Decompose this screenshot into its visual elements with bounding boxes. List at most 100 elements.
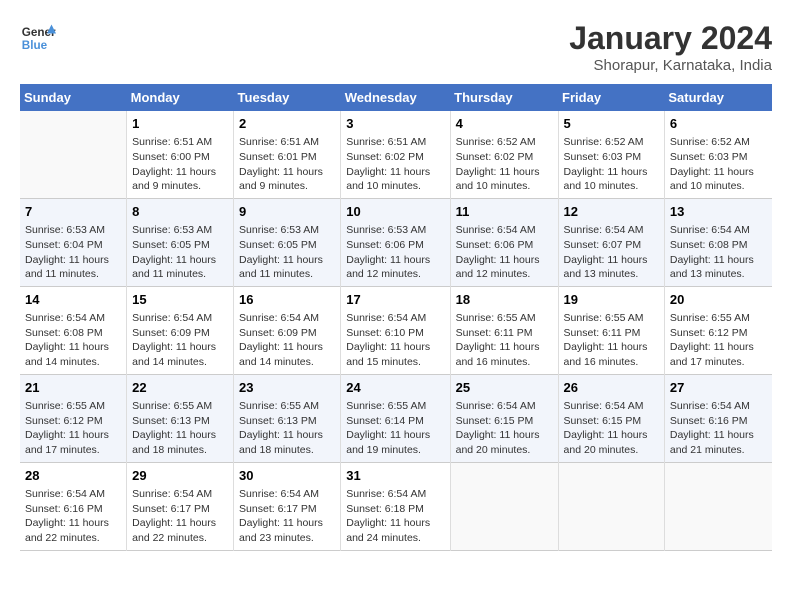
day-number: 14 [25, 291, 121, 309]
calendar-week-1: 1 Sunrise: 6:51 AM Sunset: 6:00 PM Daylig… [20, 111, 772, 198]
calendar-cell: 10 Sunrise: 6:53 AM Sunset: 6:06 PM Dayli… [341, 198, 450, 286]
calendar-cell: 27 Sunrise: 6:54 AM Sunset: 6:16 PM Dayli… [664, 374, 772, 462]
day-info: Sunrise: 6:53 AM Sunset: 6:05 PM Dayligh… [239, 223, 335, 282]
calendar-table: SundayMondayTuesdayWednesdayThursdayFrid… [20, 84, 772, 551]
day-info: Sunrise: 6:54 AM Sunset: 6:17 PM Dayligh… [132, 487, 228, 546]
calendar-cell: 15 Sunrise: 6:54 AM Sunset: 6:09 PM Dayli… [127, 286, 234, 374]
calendar-cell: 22 Sunrise: 6:55 AM Sunset: 6:13 PM Dayli… [127, 374, 234, 462]
calendar-cell: 6 Sunrise: 6:52 AM Sunset: 6:03 PM Daylig… [664, 111, 772, 198]
calendar-cell [450, 462, 558, 550]
column-header-sunday: Sunday [20, 84, 127, 111]
calendar-week-4: 21Sunrise: 6:55 AM Sunset: 6:12 PM Dayli… [20, 374, 772, 462]
day-number: 11 [456, 203, 553, 221]
calendar-cell: 3 Sunrise: 6:51 AM Sunset: 6:02 PM Daylig… [341, 111, 450, 198]
day-info: Sunrise: 6:54 AM Sunset: 6:16 PM Dayligh… [25, 487, 121, 546]
day-info: Sunrise: 6:54 AM Sunset: 6:08 PM Dayligh… [25, 311, 121, 370]
day-number: 24 [346, 379, 444, 397]
calendar-header-row: SundayMondayTuesdayWednesdayThursdayFrid… [20, 84, 772, 111]
day-info: Sunrise: 6:51 AM Sunset: 6:00 PM Dayligh… [132, 135, 228, 194]
day-number: 20 [670, 291, 767, 309]
day-info: Sunrise: 6:53 AM Sunset: 6:06 PM Dayligh… [346, 223, 444, 282]
day-number: 31 [346, 467, 444, 485]
calendar-cell: 31 Sunrise: 6:54 AM Sunset: 6:18 PM Dayli… [341, 462, 450, 550]
location-subtitle: Shorapur, Karnataka, India [569, 57, 772, 74]
day-info: Sunrise: 6:54 AM Sunset: 6:07 PM Dayligh… [564, 223, 659, 282]
month-title: January 2024 [569, 20, 772, 57]
day-number: 10 [346, 203, 444, 221]
day-info: Sunrise: 6:55 AM Sunset: 6:11 PM Dayligh… [456, 311, 553, 370]
calendar-cell: 1 Sunrise: 6:51 AM Sunset: 6:00 PM Daylig… [127, 111, 234, 198]
page-header: General Blue January 2024 Shorapur, Karn… [20, 20, 772, 74]
calendar-cell: 29Sunrise: 6:54 AM Sunset: 6:17 PM Dayli… [127, 462, 234, 550]
day-info: Sunrise: 6:55 AM Sunset: 6:12 PM Dayligh… [25, 399, 121, 458]
day-number: 18 [456, 291, 553, 309]
day-info: Sunrise: 6:54 AM Sunset: 6:17 PM Dayligh… [239, 487, 335, 546]
calendar-week-5: 28 Sunrise: 6:54 AM Sunset: 6:16 PM Dayli… [20, 462, 772, 550]
day-number: 7 [25, 203, 121, 221]
day-number: 5 [564, 115, 659, 133]
day-info: Sunrise: 6:55 AM Sunset: 6:11 PM Dayligh… [564, 311, 659, 370]
calendar-cell: 9 Sunrise: 6:53 AM Sunset: 6:05 PM Daylig… [234, 198, 341, 286]
calendar-cell: 30 Sunrise: 6:54 AM Sunset: 6:17 PM Dayli… [234, 462, 341, 550]
day-number: 27 [670, 379, 767, 397]
day-info: Sunrise: 6:55 AM Sunset: 6:12 PM Dayligh… [670, 311, 767, 370]
day-number: 22 [132, 379, 228, 397]
calendar-cell: 23 Sunrise: 6:55 AM Sunset: 6:13 PM Dayli… [234, 374, 341, 462]
svg-text:Blue: Blue [22, 39, 48, 52]
calendar-cell: 24 Sunrise: 6:55 AM Sunset: 6:14 PM Dayli… [341, 374, 450, 462]
day-info: Sunrise: 6:53 AM Sunset: 6:05 PM Dayligh… [132, 223, 228, 282]
calendar-week-2: 7Sunrise: 6:53 AM Sunset: 6:04 PM Daylig… [20, 198, 772, 286]
day-info: Sunrise: 6:54 AM Sunset: 6:09 PM Dayligh… [132, 311, 228, 370]
day-number: 17 [346, 291, 444, 309]
title-block: January 2024 Shorapur, Karnataka, India [569, 20, 772, 74]
day-number: 2 [239, 115, 335, 133]
day-number: 9 [239, 203, 335, 221]
day-info: Sunrise: 6:54 AM Sunset: 6:18 PM Dayligh… [346, 487, 444, 546]
calendar-cell: 20 Sunrise: 6:55 AM Sunset: 6:12 PM Dayli… [664, 286, 772, 374]
calendar-cell: 8 Sunrise: 6:53 AM Sunset: 6:05 PM Daylig… [127, 198, 234, 286]
calendar-cell: 19 Sunrise: 6:55 AM Sunset: 6:11 PM Dayli… [558, 286, 664, 374]
calendar-cell: 2Sunrise: 6:51 AM Sunset: 6:01 PM Daylig… [234, 111, 341, 198]
day-number: 19 [564, 291, 659, 309]
day-info: Sunrise: 6:55 AM Sunset: 6:13 PM Dayligh… [132, 399, 228, 458]
calendar-cell: 5 Sunrise: 6:52 AM Sunset: 6:03 PM Daylig… [558, 111, 664, 198]
day-number: 23 [239, 379, 335, 397]
calendar-body: 1 Sunrise: 6:51 AM Sunset: 6:00 PM Daylig… [20, 111, 772, 550]
calendar-cell: 16Sunrise: 6:54 AM Sunset: 6:09 PM Dayli… [234, 286, 341, 374]
day-info: Sunrise: 6:54 AM Sunset: 6:08 PM Dayligh… [670, 223, 767, 282]
column-header-monday: Monday [127, 84, 234, 111]
day-number: 3 [346, 115, 444, 133]
day-info: Sunrise: 6:52 AM Sunset: 6:03 PM Dayligh… [670, 135, 767, 194]
day-number: 16 [239, 291, 335, 309]
day-number: 8 [132, 203, 228, 221]
day-info: Sunrise: 6:51 AM Sunset: 6:02 PM Dayligh… [346, 135, 444, 194]
day-number: 6 [670, 115, 767, 133]
calendar-cell: 11 Sunrise: 6:54 AM Sunset: 6:06 PM Dayli… [450, 198, 558, 286]
day-info: Sunrise: 6:55 AM Sunset: 6:13 PM Dayligh… [239, 399, 335, 458]
column-header-friday: Friday [558, 84, 664, 111]
calendar-week-3: 14 Sunrise: 6:54 AM Sunset: 6:08 PM Dayli… [20, 286, 772, 374]
day-info: Sunrise: 6:54 AM Sunset: 6:15 PM Dayligh… [564, 399, 659, 458]
day-number: 1 [132, 115, 228, 133]
day-number: 28 [25, 467, 121, 485]
day-info: Sunrise: 6:54 AM Sunset: 6:10 PM Dayligh… [346, 311, 444, 370]
column-header-thursday: Thursday [450, 84, 558, 111]
calendar-cell: 25Sunrise: 6:54 AM Sunset: 6:15 PM Dayli… [450, 374, 558, 462]
calendar-cell: 26 Sunrise: 6:54 AM Sunset: 6:15 PM Dayli… [558, 374, 664, 462]
column-header-wednesday: Wednesday [341, 84, 450, 111]
calendar-cell: 17 Sunrise: 6:54 AM Sunset: 6:10 PM Dayli… [341, 286, 450, 374]
calendar-cell: 21Sunrise: 6:55 AM Sunset: 6:12 PM Dayli… [20, 374, 127, 462]
day-info: Sunrise: 6:54 AM Sunset: 6:16 PM Dayligh… [670, 399, 767, 458]
day-number: 26 [564, 379, 659, 397]
calendar-cell: 14 Sunrise: 6:54 AM Sunset: 6:08 PM Dayli… [20, 286, 127, 374]
day-info: Sunrise: 6:55 AM Sunset: 6:14 PM Dayligh… [346, 399, 444, 458]
day-info: Sunrise: 6:52 AM Sunset: 6:03 PM Dayligh… [564, 135, 659, 194]
column-header-tuesday: Tuesday [234, 84, 341, 111]
day-number: 12 [564, 203, 659, 221]
calendar-cell: 18 Sunrise: 6:55 AM Sunset: 6:11 PM Dayli… [450, 286, 558, 374]
day-number: 15 [132, 291, 228, 309]
day-number: 30 [239, 467, 335, 485]
calendar-cell [558, 462, 664, 550]
column-header-saturday: Saturday [664, 84, 772, 111]
day-info: Sunrise: 6:54 AM Sunset: 6:06 PM Dayligh… [456, 223, 553, 282]
